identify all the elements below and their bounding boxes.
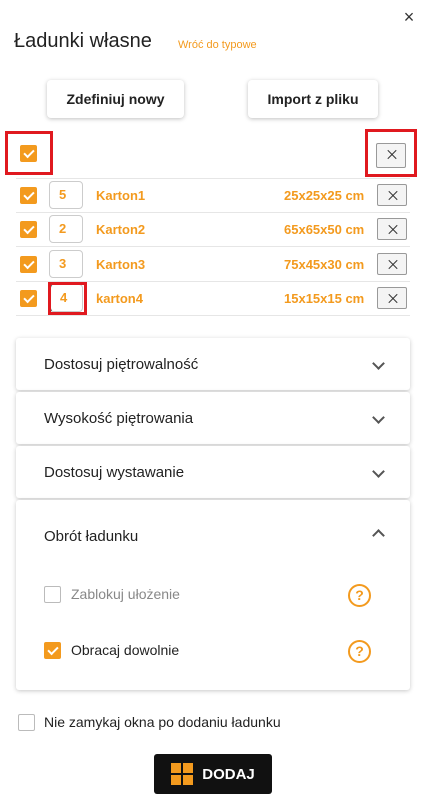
divider [16, 315, 410, 316]
grid-icon [171, 763, 194, 785]
item-name: Karton2 [96, 222, 146, 237]
page-title: Ładunki własne [14, 30, 152, 52]
item-checkbox[interactable] [20, 221, 37, 238]
quantity-field[interactable]: 3 [49, 250, 83, 278]
item-dimensions: 15x15x15 cm [284, 291, 365, 306]
import-file-button[interactable]: Import z pliku [248, 80, 378, 118]
select-all-checkbox[interactable] [20, 145, 37, 162]
define-new-button[interactable]: Zdefiniuj nowy [47, 80, 184, 118]
item-name: Karton3 [96, 257, 146, 272]
item-dimensions: 65x65x50 cm [284, 222, 365, 237]
section-label: Wysokość piętrowania [44, 410, 194, 427]
section-stack-height[interactable]: Wysokość piętrowania [16, 392, 410, 444]
delete-item-button[interactable] [377, 218, 407, 240]
chevron-down-icon [372, 465, 385, 478]
keep-open-label: Nie zamykaj okna po dodaniu ładunku [44, 714, 281, 730]
help-icon[interactable]: ? [348, 584, 371, 607]
section-label[interactable]: Obrót ładunku [44, 528, 138, 545]
divider [16, 178, 410, 179]
section-stackability[interactable]: Dostosuj piętrowalność [16, 338, 410, 390]
chevron-down-icon [372, 411, 385, 424]
quantity-highlight [48, 282, 87, 315]
section-label: Dostosuj wystawanie [44, 464, 185, 481]
close-icon[interactable]: × [400, 8, 418, 26]
keep-open-checkbox[interactable] [18, 714, 35, 731]
item-checkbox[interactable] [20, 256, 37, 273]
add-button-label: DODAJ [202, 765, 255, 783]
item-dimensions: 75x45x30 cm [284, 257, 365, 272]
quantity-field[interactable]: 2 [49, 215, 83, 243]
divider [16, 212, 410, 213]
chevron-down-icon [372, 357, 385, 370]
section-overhang[interactable]: Dostosuj wystawanie [16, 446, 410, 498]
lock-placement-label: Zablokuj ułożenie [71, 586, 180, 602]
delete-item-button[interactable] [377, 253, 407, 275]
delete-all-button[interactable] [376, 143, 406, 168]
back-to-standard-link[interactable]: Wróć do typowe [178, 39, 257, 51]
item-name: Karton1 [96, 188, 146, 203]
lock-placement-checkbox[interactable] [44, 586, 61, 603]
delete-item-button[interactable] [377, 287, 407, 309]
rotate-freely-label: Obracaj dowolnie [71, 642, 180, 658]
delete-item-button[interactable] [377, 184, 407, 206]
chevron-up-icon[interactable] [372, 529, 385, 542]
item-checkbox[interactable] [20, 187, 37, 204]
help-icon[interactable]: ? [348, 640, 371, 663]
section-label: Dostosuj piętrowalność [44, 356, 199, 373]
rotate-freely-checkbox[interactable] [44, 642, 61, 659]
divider [16, 246, 410, 247]
item-checkbox[interactable] [20, 290, 37, 307]
quantity-field[interactable]: 5 [49, 181, 83, 209]
add-button[interactable]: DODAJ [154, 754, 272, 794]
item-dimensions: 25x25x25 cm [284, 188, 365, 203]
item-name: karton4 [96, 291, 143, 306]
